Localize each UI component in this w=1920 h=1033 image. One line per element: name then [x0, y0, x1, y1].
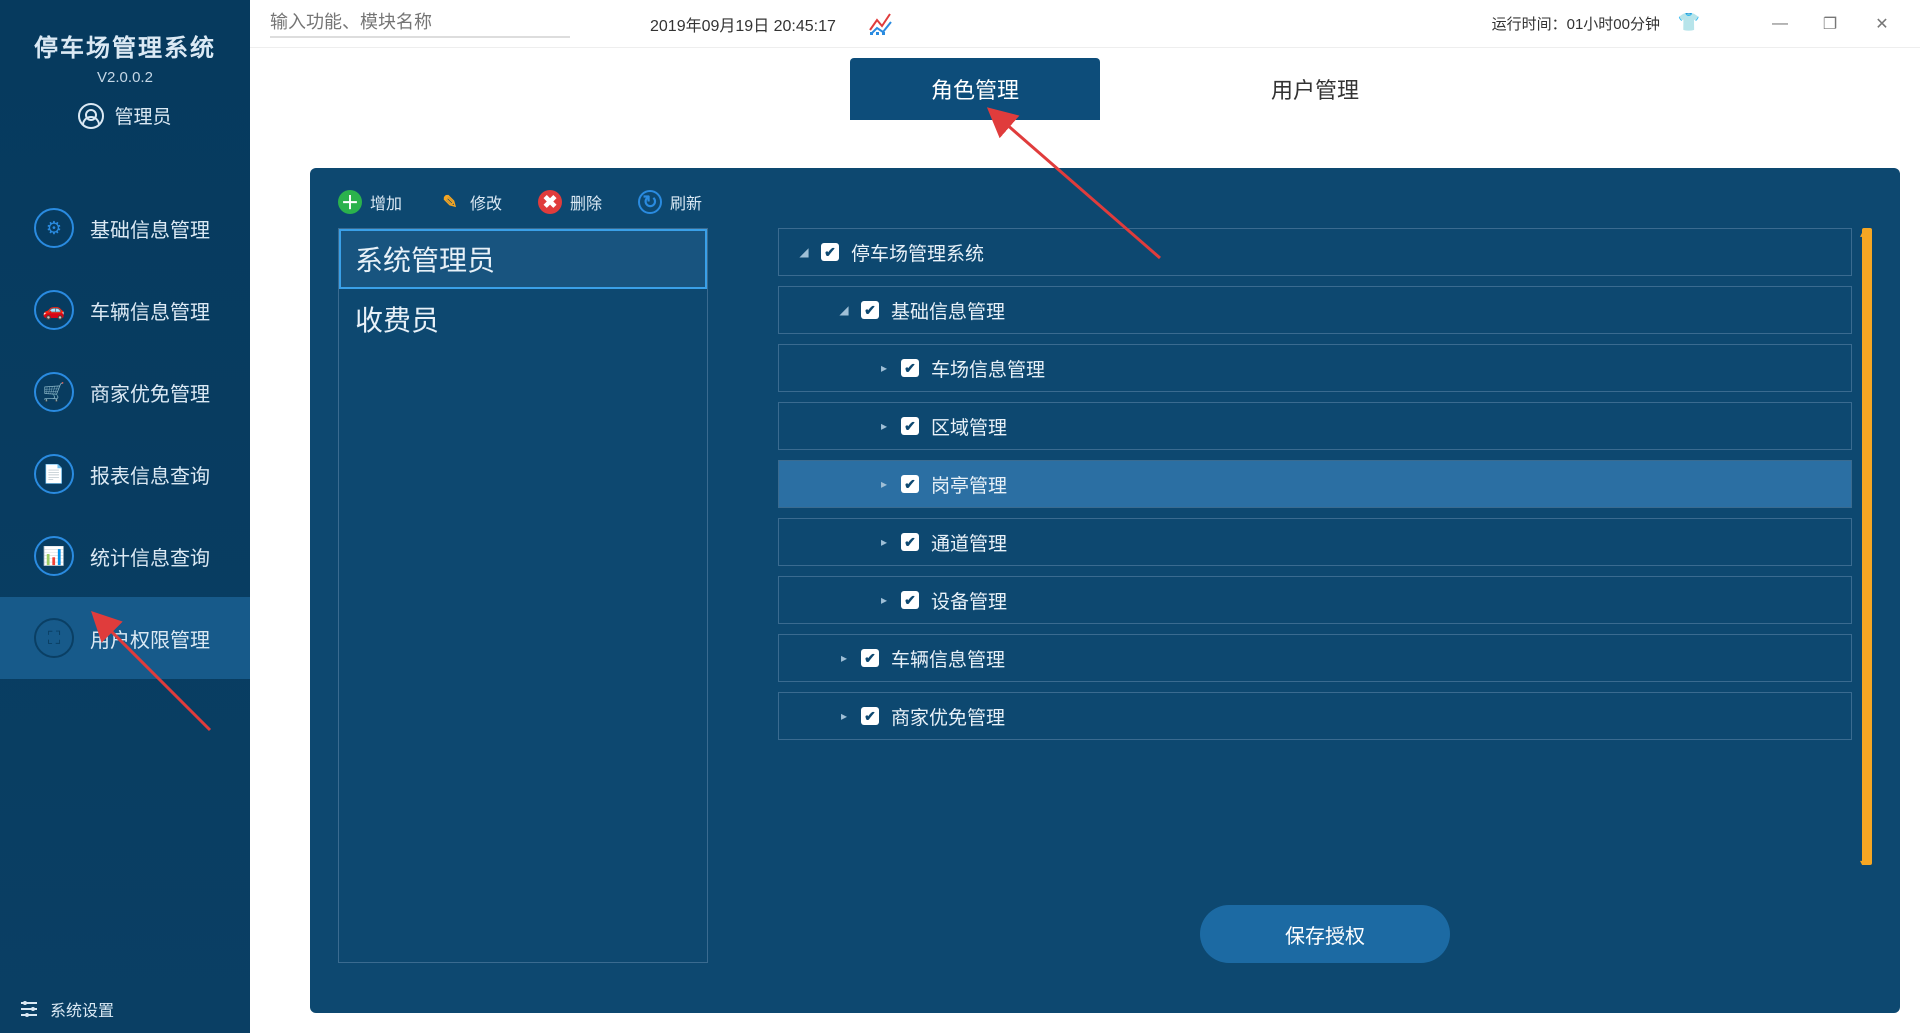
menu-label: 基础信息管理: [90, 214, 210, 243]
tree-node[interactable]: ▸ ✔ 区域管理: [778, 402, 1852, 450]
checkbox[interactable]: ✔: [901, 591, 919, 609]
tree-node[interactable]: ▸ ✔ 通道管理: [778, 518, 1852, 566]
checkbox[interactable]: ✔: [901, 475, 919, 493]
scroll-down-icon[interactable]: ▾: [1860, 855, 1872, 865]
checkbox[interactable]: ✔: [821, 243, 839, 261]
expand-icon[interactable]: ◢: [837, 303, 851, 317]
settings-icon: [18, 998, 40, 1020]
checkbox[interactable]: ✔: [861, 649, 879, 667]
node-label: 岗亭管理: [931, 471, 1007, 498]
sidebar-item[interactable]: ⚙ 基础信息管理: [0, 187, 250, 269]
theme-icon[interactable]: 👕: [1678, 12, 1700, 33]
user-icon: [78, 103, 104, 129]
expand-icon[interactable]: ▸: [877, 419, 891, 433]
app-title: 停车场管理系统: [0, 28, 250, 63]
role-item[interactable]: 系统管理员: [339, 229, 707, 289]
tree-node[interactable]: ▸ ✔ 设备管理: [778, 576, 1852, 624]
node-label: 车辆信息管理: [891, 645, 1005, 672]
expand-icon[interactable]: ▸: [877, 593, 891, 607]
tab[interactable]: 用户管理: [1190, 58, 1440, 120]
node-label: 设备管理: [931, 587, 1007, 614]
menu-label: 商家优免管理: [90, 378, 210, 407]
chart-icon[interactable]: [868, 10, 894, 41]
toolbar: ＋增加 ✎修改 ✖删除 ↻刷新: [338, 190, 1872, 214]
main-area: 角色管理 用户管理 ＋增加 ✎修改 ✖删除 ↻刷新 系统管理员收费员 ◢ ✔ 停车场管…: [250, 48, 1920, 1033]
menu-label: 统计信息查询: [90, 542, 210, 571]
scrollbar-thumb[interactable]: [1862, 228, 1872, 865]
sidebar-settings[interactable]: 系统设置: [0, 985, 250, 1033]
node-label: 商家优免管理: [891, 703, 1005, 730]
tree-node[interactable]: ▸ ✔ 车场信息管理: [778, 344, 1852, 392]
tree-node[interactable]: ◢ ✔ 基础信息管理: [778, 286, 1852, 334]
tab-bar: 角色管理 用户管理: [250, 48, 1920, 120]
node-label: 区域管理: [931, 413, 1007, 440]
tab[interactable]: 角色管理: [850, 58, 1100, 120]
sidebar-item[interactable]: 📄 报表信息查询: [0, 433, 250, 515]
current-user[interactable]: 管理员: [0, 102, 250, 129]
tree-node[interactable]: ▸ ✔ 商家优免管理: [778, 692, 1852, 740]
menu-label: 用户权限管理: [90, 624, 210, 653]
node-label: 通道管理: [931, 529, 1007, 556]
window-close-button[interactable]: ✕: [1862, 4, 1902, 44]
role-list: 系统管理员收费员: [338, 228, 708, 963]
pencil-icon: ✎: [438, 190, 462, 214]
content-panel: ＋增加 ✎修改 ✖删除 ↻刷新 系统管理员收费员 ◢ ✔ 停车场管理系统 ◢ ✔ 基础信息…: [310, 168, 1900, 1013]
sidebar-item[interactable]: 🚗 车辆信息管理: [0, 269, 250, 351]
sidebar-item[interactable]: 🛒 商家优免管理: [0, 351, 250, 433]
menu-label: 车辆信息管理: [90, 296, 210, 325]
permission-tree: ◢ ✔ 停车场管理系统 ◢ ✔ 基础信息管理 ▸ ✔ 车场信息管理 ▸ ✔ 区域管理 ▸ ✔ 岗亭管理 ▸ ✔ 通…: [778, 228, 1872, 865]
titlebar: 2019年09月19日 20:45:17 运行时间：01小时00分钟 👕 — ❐…: [0, 0, 1920, 48]
sidebar-item[interactable]: ⛶ 用户权限管理: [0, 597, 250, 679]
settings-label: 系统设置: [50, 997, 114, 1021]
checkbox[interactable]: ✔: [901, 359, 919, 377]
menu-icon: 📊: [34, 536, 74, 576]
expand-icon[interactable]: ▸: [837, 709, 851, 723]
search-input[interactable]: [270, 8, 570, 38]
window-minimize-button[interactable]: —: [1760, 4, 1800, 44]
node-label: 基础信息管理: [891, 297, 1005, 324]
refresh-icon: ↻: [638, 190, 662, 214]
expand-icon[interactable]: ▸: [877, 535, 891, 549]
expand-icon[interactable]: ▸: [877, 477, 891, 491]
sidebar-menu: ⚙ 基础信息管理 🚗 车辆信息管理 🛒 商家优免管理 📄 报表信息查询 📊 统计信息查询 ⛶ 用户权限…: [0, 187, 250, 985]
node-label: 停车场管理系统: [851, 239, 984, 266]
checkbox[interactable]: ✔: [861, 707, 879, 725]
app-version: V2.0.0.2: [0, 69, 250, 86]
window-maximize-button[interactable]: ❐: [1810, 4, 1850, 44]
checkbox[interactable]: ✔: [861, 301, 879, 319]
checkbox[interactable]: ✔: [901, 417, 919, 435]
expand-icon[interactable]: ▸: [877, 361, 891, 375]
tree-node[interactable]: ▸ ✔ 岗亭管理: [778, 460, 1852, 508]
edit-button[interactable]: ✎修改: [438, 190, 502, 214]
expand-icon[interactable]: ▸: [837, 651, 851, 665]
menu-icon: 📄: [34, 454, 74, 494]
checkbox[interactable]: ✔: [901, 533, 919, 551]
user-label: 管理员: [114, 102, 171, 129]
refresh-button[interactable]: ↻刷新: [638, 190, 702, 214]
menu-label: 报表信息查询: [90, 460, 210, 489]
node-label: 车场信息管理: [931, 355, 1045, 382]
sidebar-header: 停车场管理系统 V2.0.0.2 管理员: [0, 0, 250, 147]
scrollbar[interactable]: ▴ ▾: [1862, 228, 1872, 865]
expand-icon[interactable]: ◢: [797, 245, 811, 259]
datetime-label: 2019年09月19日 20:45:17: [650, 12, 836, 36]
runtime-label: 运行时间：01小时00分钟: [1492, 13, 1660, 34]
menu-icon: ⛶: [34, 618, 74, 658]
sidebar-item[interactable]: 📊 统计信息查询: [0, 515, 250, 597]
save-button[interactable]: 保存授权: [1200, 905, 1450, 963]
role-item[interactable]: 收费员: [339, 289, 707, 349]
menu-icon: 🚗: [34, 290, 74, 330]
add-button[interactable]: ＋增加: [338, 190, 402, 214]
menu-icon: ⚙: [34, 208, 74, 248]
tree-node[interactable]: ◢ ✔ 停车场管理系统: [778, 228, 1852, 276]
menu-icon: 🛒: [34, 372, 74, 412]
delete-button[interactable]: ✖删除: [538, 190, 602, 214]
trash-icon: ✖: [538, 190, 562, 214]
plus-icon: ＋: [338, 190, 362, 214]
sidebar: 停车场管理系统 V2.0.0.2 管理员 ⚙ 基础信息管理 🚗 车辆信息管理 🛒 商家优免…: [0, 0, 250, 1033]
tree-node[interactable]: ▸ ✔ 车辆信息管理: [778, 634, 1852, 682]
